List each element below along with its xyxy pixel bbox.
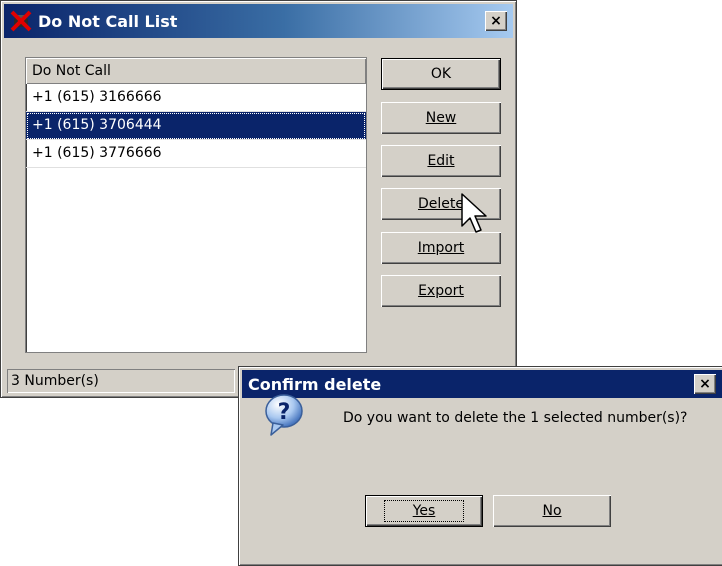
question-icon: ? <box>265 394 303 436</box>
yes-label: Yes <box>383 500 465 522</box>
no-button[interactable]: No <box>493 495 611 527</box>
confirm-title: Confirm delete <box>248 374 382 394</box>
export-button[interactable]: Export <box>381 275 501 307</box>
confirm-title-bar[interactable]: Confirm delete × <box>242 370 722 398</box>
svg-text:?: ? <box>278 400 291 425</box>
title-bar[interactable]: Do Not Call List × <box>4 4 513 38</box>
no-phone-app-icon <box>10 10 32 32</box>
delete-label: Delete <box>418 196 464 212</box>
close-button[interactable]: × <box>485 11 507 31</box>
list-item[interactable]: +1 (615) 3166666 <box>26 84 366 112</box>
edit-label: Edit <box>427 153 455 169</box>
new-button[interactable]: New <box>381 102 501 134</box>
dialog-title: Do Not Call List <box>38 11 178 31</box>
delete-button[interactable]: Delete <box>381 188 501 220</box>
confirm-close-button[interactable]: × <box>694 374 716 394</box>
no-label: No <box>542 503 562 519</box>
list-item[interactable]: +1 (615) 3776666 <box>26 140 366 168</box>
import-button[interactable]: Import <box>381 232 501 264</box>
list-item-selected[interactable]: +1 (615) 3706444 <box>26 112 366 140</box>
export-label: Export <box>418 283 464 299</box>
number-list[interactable]: Do Not Call +1 (615) 3166666 +1 (615) 37… <box>25 57 367 353</box>
status-bar: 3 Number(s) <box>7 369 235 393</box>
ok-label: OK <box>430 66 452 82</box>
yes-button[interactable]: Yes <box>365 495 483 527</box>
import-label: Import <box>417 240 465 256</box>
new-label: New <box>425 110 457 126</box>
column-header-do-not-call[interactable]: Do Not Call <box>26 58 366 84</box>
confirm-delete-dialog: Confirm delete × ? Do you want to delete… <box>238 366 722 566</box>
confirm-message: Do you want to delete the 1 selected num… <box>343 410 688 426</box>
ok-button[interactable]: OK <box>381 58 501 90</box>
edit-button[interactable]: Edit <box>381 145 501 177</box>
do-not-call-dialog: Do Not Call List × Do Not Call +1 (615) … <box>0 0 517 398</box>
